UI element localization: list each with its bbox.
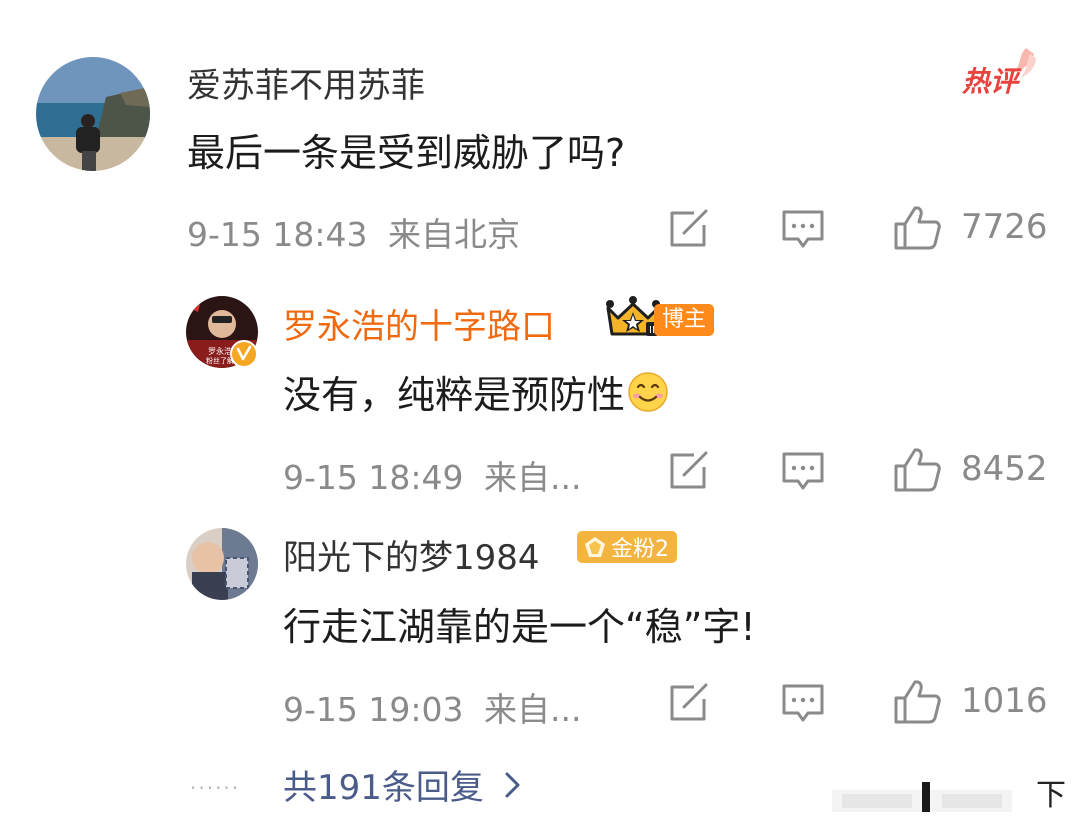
share-button[interactable] (668, 683, 710, 723)
reply-content[interactable]: 没有，纯粹是预防性 (283, 364, 669, 419)
like-button[interactable]: 1016 (893, 678, 1048, 724)
hot-comment-badge: 热评 (960, 44, 1040, 98)
author-badge: 博主 (654, 304, 715, 336)
avatar[interactable] (186, 528, 258, 600)
smile-emoji-icon (628, 371, 668, 412)
like-count: 1016 (961, 681, 1048, 721)
watermark-overlay: 下 (832, 768, 1080, 827)
main-comment-username[interactable]: 爱苏菲不用苏菲 (187, 58, 425, 107)
comment-icon (782, 684, 824, 722)
more-replies-text: 共191条回复 (283, 768, 484, 808)
thumbs-up-icon (894, 680, 941, 724)
more-replies-link[interactable]: 共191条回复 (283, 760, 524, 809)
reply-username[interactable]: 罗永浩的十字路口 (283, 299, 555, 348)
comment-location: 来自... (484, 458, 582, 497)
like-count: 7726 (961, 207, 1048, 247)
reply-content[interactable]: 行走江湖靠的是一个“稳”字! (283, 596, 756, 651)
chevron-right-icon (505, 772, 520, 797)
reply-text: 没有，纯粹是预防性 (283, 373, 626, 417)
avatar-text-top: 罗永浩 (208, 346, 232, 356)
main-comment-content[interactable]: 最后一条是受到威胁了吗? (187, 122, 625, 177)
like-button[interactable]: 7726 (893, 204, 1048, 250)
thumbs-up-icon (894, 206, 941, 250)
comment-button[interactable] (781, 209, 825, 251)
main-comment-meta: 9-15 18:43 来自北京 (187, 208, 520, 256)
comment-location: 来自北京 (388, 215, 520, 254)
reply-divider-dots: ...... (190, 770, 241, 794)
corner-text: 下 (1036, 778, 1066, 813)
gem-icon (585, 537, 605, 557)
reply-meta: 9-15 19:03 来自... (283, 683, 581, 731)
gold-fan-badge: 金粉2 (577, 531, 677, 563)
comment-time: 9-15 18:49 (283, 458, 464, 497)
thumbs-up-icon (894, 448, 941, 492)
comment-time: 9-15 18:43 (187, 215, 368, 254)
share-icon (670, 209, 708, 247)
share-icon (670, 451, 708, 489)
reply-meta: 9-15 18:49 来自... (283, 451, 581, 499)
hot-badge-text: 热评 (962, 65, 1019, 98)
comment-icon (782, 452, 824, 490)
comment-time: 9-15 19:03 (283, 690, 464, 729)
share-icon (670, 683, 708, 721)
like-button[interactable]: 8452 (893, 446, 1048, 492)
reply-username[interactable]: 阳光下的梦1984 (283, 530, 540, 579)
comment-icon (782, 210, 824, 248)
gold-fan-badge-text: 金粉2 (611, 537, 669, 562)
comment-button[interactable] (781, 451, 825, 493)
like-count: 8452 (961, 449, 1048, 489)
verified-badge-icon (230, 340, 258, 368)
avatar[interactable] (36, 57, 150, 171)
comment-button[interactable] (781, 683, 825, 725)
share-button[interactable] (668, 451, 710, 491)
comment-location: 来自... (484, 690, 582, 729)
share-button[interactable] (668, 209, 710, 249)
